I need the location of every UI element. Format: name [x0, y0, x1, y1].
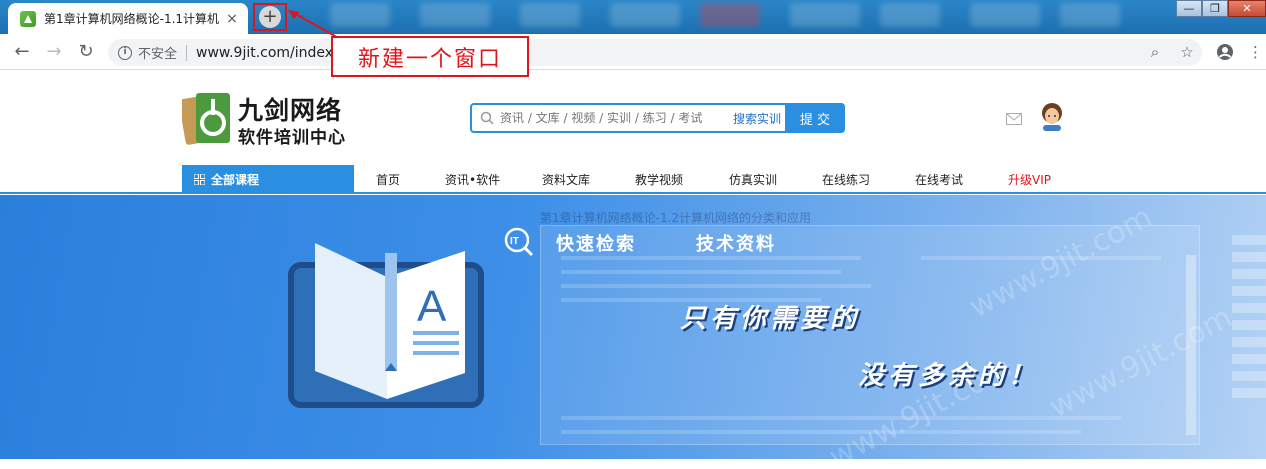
search-category-dropdown[interactable]: 搜索实训: [733, 110, 781, 127]
nav-item-news[interactable]: 资讯•软件: [445, 171, 500, 188]
main-nav: 全部课程 首页 资讯•软件 资料文库 教学视频 仿真实训 在线练习 在线考试 升…: [0, 165, 1266, 194]
banner-slogan-2: 没有多余的！: [858, 361, 1039, 391]
browser-tab-active[interactable]: 第1章计算机网络概论-1.1计算机 ×: [8, 3, 248, 34]
search-submit-button[interactable]: 提 交: [785, 103, 845, 133]
tab-title: 第1章计算机网络概论-1.1计算机: [44, 12, 220, 26]
window-minimize-button[interactable]: —: [1176, 0, 1202, 17]
browser-toolbar: ← → ↻ i 不安全 www.9jit.com/index ⌕ ☆ ⋮: [0, 34, 1266, 70]
site-search: 搜索实训 提 交: [470, 103, 845, 133]
site-logo[interactable]: 九剑网络 软件培训中心: [182, 88, 362, 148]
search-icon: [480, 111, 494, 125]
logo-subtitle: 软件培训中心: [238, 128, 346, 148]
banner-slogan-1: 只有你需要的: [680, 304, 861, 334]
mail-icon[interactable]: [1006, 113, 1022, 125]
grid-icon: [194, 174, 205, 185]
logo-name: 九剑网络: [238, 96, 343, 125]
window-close-button[interactable]: ✕: [1228, 0, 1266, 17]
back-button[interactable]: ←: [10, 40, 34, 64]
browser-menu-icon[interactable]: ⋮: [1248, 43, 1263, 61]
window-maximize-button[interactable]: ❐: [1202, 0, 1228, 17]
security-label: 不安全: [138, 47, 178, 62]
banner-side-list: [1232, 235, 1266, 435]
nav-item-vip[interactable]: 升级VIP: [1008, 171, 1051, 188]
url-text[interactable]: www.9jit.com/index: [196, 45, 333, 61]
new-tab-button[interactable]: +: [259, 6, 281, 28]
reload-button[interactable]: ↻: [74, 40, 98, 64]
banner-subtitle-docs: 技术资料: [696, 234, 776, 255]
nav-item-simulation[interactable]: 仿真实训: [729, 171, 777, 188]
address-bar[interactable]: i 不安全 www.9jit.com/index: [108, 39, 1202, 66]
nav-item-practice[interactable]: 在线练习: [822, 171, 870, 188]
address-separator: [186, 44, 188, 61]
all-courses-label: 全部课程: [211, 173, 260, 187]
nav-item-exam[interactable]: 在线考试: [915, 171, 963, 188]
svg-text:A: A: [417, 282, 447, 331]
annotation-callout: 新建一个窗口: [331, 36, 529, 77]
tab-close-icon[interactable]: ×: [224, 11, 240, 27]
info-icon[interactable]: i: [118, 45, 132, 60]
nav-item-library[interactable]: 资料文库: [542, 171, 590, 188]
it-logo-icon: IT: [504, 227, 534, 257]
bookmark-star-icon[interactable]: ☆: [1178, 43, 1196, 61]
banner-ghost-title: 第1章计算机网络概论-1.2计算机网络的分类和应用: [540, 211, 812, 225]
forward-button[interactable]: →: [42, 40, 66, 64]
open-book-icon: A: [288, 243, 484, 408]
site-favicon-icon: [20, 10, 36, 27]
nav-item-videos[interactable]: 教学视频: [635, 171, 683, 188]
profile-icon[interactable]: [1216, 43, 1234, 61]
browser-titlebar: 第1章计算机网络概论-1.1计算机 × + — ❐ ✕: [0, 0, 1266, 34]
nav-item-home[interactable]: 首页: [376, 171, 400, 188]
search-input[interactable]: [500, 111, 733, 125]
zoom-icon[interactable]: ⌕: [1146, 43, 1164, 61]
hero-banner[interactable]: 第1章计算机网络概论-1.2计算机网络的分类和应用 www.9jit.com w…: [0, 195, 1266, 459]
svg-text:IT: IT: [510, 236, 519, 247]
all-courses-button[interactable]: 全部课程: [182, 165, 354, 194]
logo-mark-icon: [182, 93, 230, 145]
banner-subtitle-search: 快速检索: [556, 234, 636, 255]
user-avatar[interactable]: [1040, 103, 1064, 131]
